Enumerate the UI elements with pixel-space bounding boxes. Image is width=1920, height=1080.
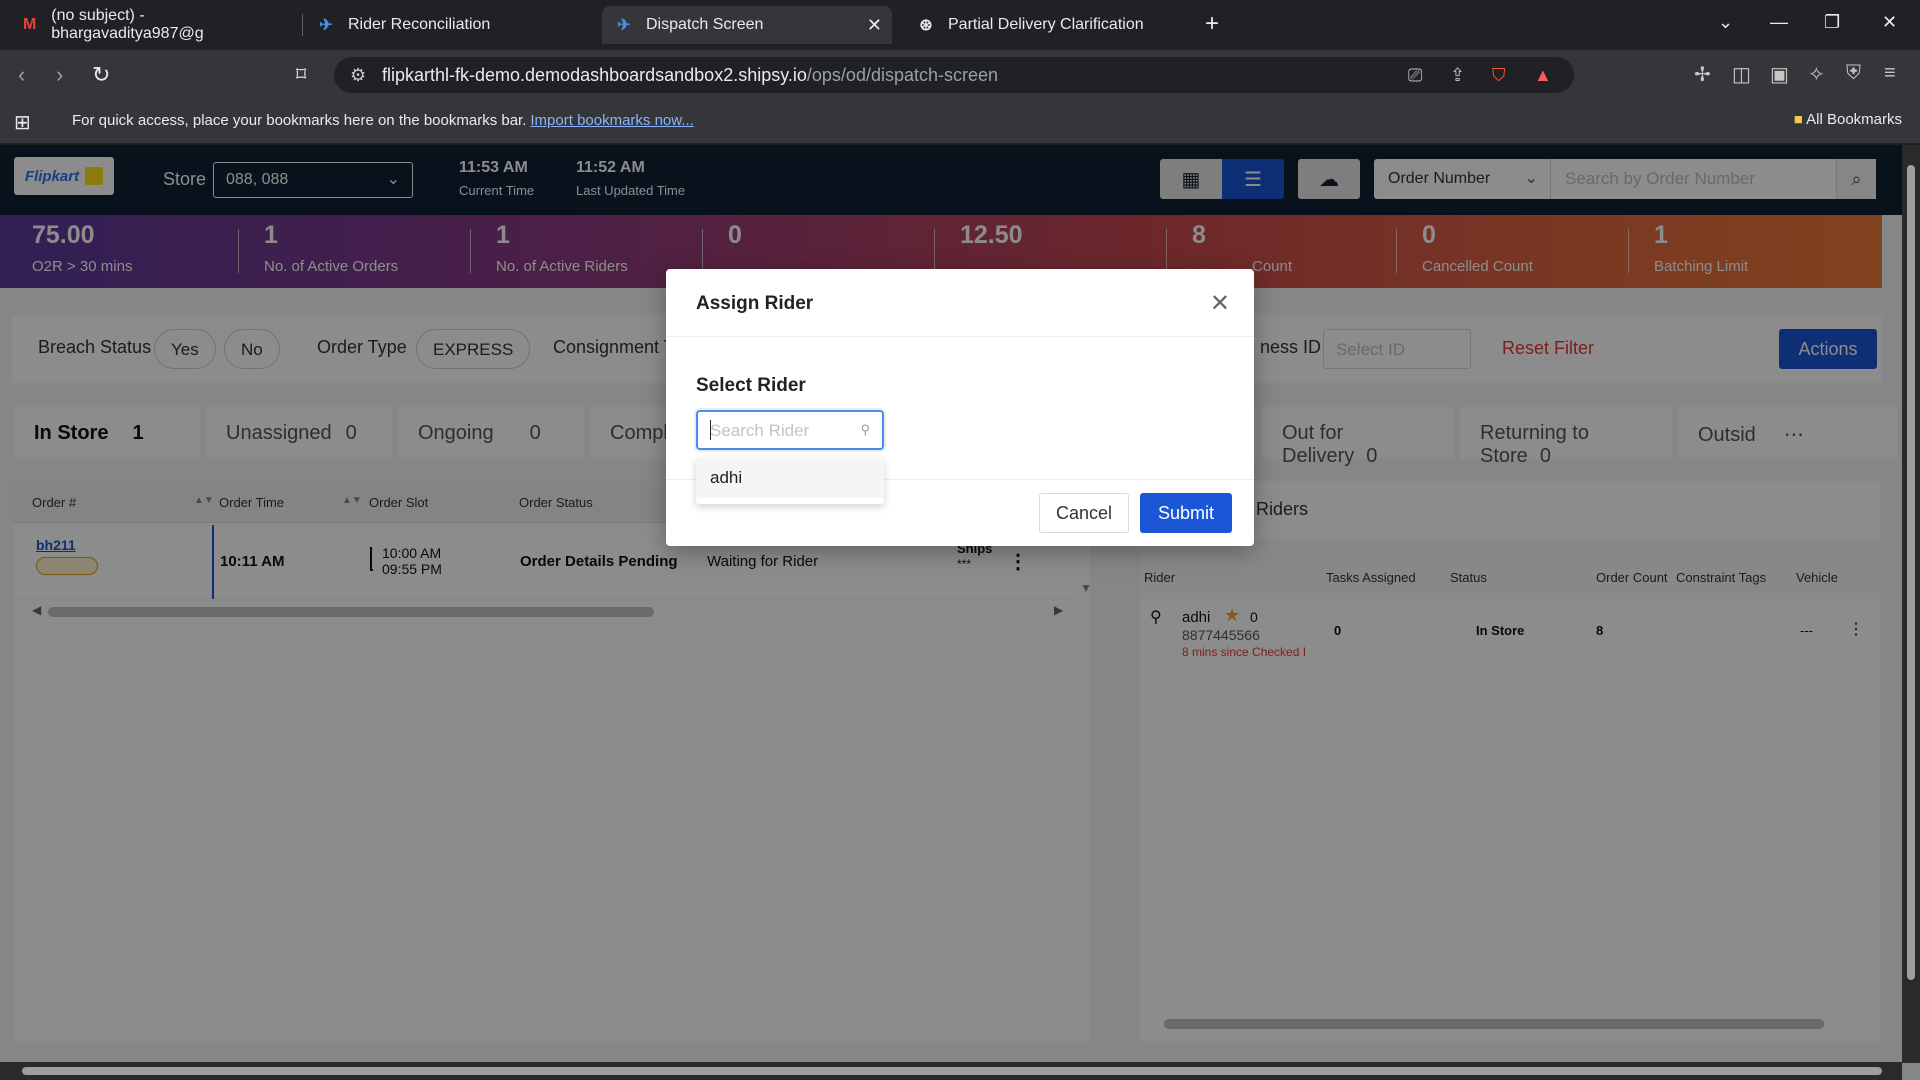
openai-icon: ⊛ (919, 17, 933, 34)
rider-search-input[interactable]: Search Rider ⚲ (696, 410, 884, 450)
bookmark-icon[interactable]: ⌑ (296, 62, 306, 87)
sidebar-icon[interactable]: ◫ (1732, 62, 1751, 87)
scrollbar-thumb[interactable] (22, 1067, 1882, 1075)
address-bar: ‹ › ↻ ⌑ ⚙ flipkarthl-fk-demo.demodashboa… (0, 50, 1920, 100)
assign-rider-modal: Assign Rider ✕ Select Rider Search Rider… (666, 269, 1254, 546)
reload-icon[interactable]: ↻ (92, 62, 110, 88)
menu-icon[interactable]: ≡ (1884, 62, 1896, 85)
browser-tab-title: Rider Reconciliation (348, 16, 491, 33)
bookmarks-message-text: For quick access, place your bookmarks h… (72, 112, 527, 129)
all-bookmarks-button[interactable]: ■ All Bookmarks (1794, 111, 1902, 128)
url-host: flipkarthl-fk-demo.demodashboardsandbox2… (382, 65, 807, 85)
close-window-icon[interactable]: ✕ (1882, 12, 1897, 33)
browser-tab-title: Partial Delivery Clarification (948, 16, 1144, 33)
submit-button[interactable]: Submit (1140, 493, 1232, 533)
all-bookmarks-label: All Bookmarks (1806, 111, 1902, 128)
folder-icon: ■ (1793, 111, 1803, 128)
page-horizontal-scrollbar[interactable] (0, 1062, 1902, 1080)
wallet-icon[interactable]: ▣ (1770, 62, 1789, 87)
bookmarks-message: For quick access, place your bookmarks h… (72, 112, 694, 129)
search-icon: ⚲ (860, 422, 870, 437)
apps-grid-icon[interactable]: ⊞ (14, 110, 31, 135)
rider-dropdown: adhi (696, 458, 884, 504)
close-icon[interactable]: ✕ (1210, 289, 1230, 318)
site-info-icon[interactable]: ⚙ (350, 65, 366, 86)
browser-tab-title: (no subject) - bhargavaditya987@g (51, 7, 204, 42)
gmail-icon: M (22, 16, 37, 33)
url-path: /ops/od/dispatch-screen (806, 65, 999, 85)
text-caret (710, 420, 711, 440)
brave-shields-icon[interactable]: ⛉ (1492, 65, 1506, 86)
scrollbar-thumb[interactable] (1907, 165, 1915, 980)
select-rider-label: Select Rider (696, 375, 806, 396)
import-bookmarks-link[interactable]: Import bookmarks now... (530, 112, 693, 129)
page-vertical-scrollbar[interactable] (1902, 145, 1920, 1063)
browser-tab-partial-delivery[interactable]: ⊛ Partial Delivery Clarification (904, 6, 1200, 44)
leo-ai-icon[interactable]: ✧ (1808, 62, 1825, 87)
minimize-icon[interactable]: — (1770, 12, 1788, 33)
tab-divider (302, 14, 303, 36)
bookmarks-bar: ⊞ For quick access, place your bookmarks… (0, 100, 1920, 144)
rider-option-adhi[interactable]: adhi (696, 458, 884, 498)
back-icon[interactable]: ‹ (18, 62, 25, 88)
install-app-icon[interactable]: ⎚ (1408, 65, 1422, 86)
tab-search-icon[interactable]: ⌄ (1718, 12, 1733, 33)
browser-tab-gmail[interactable]: M (no subject) - bhargavaditya987@g (8, 6, 304, 44)
browser-tab-rider-reconciliation[interactable]: ✈ Rider Reconciliation (304, 6, 600, 44)
browser-tabbar: M (no subject) - bhargavaditya987@g ✈ Ri… (0, 0, 1920, 50)
restore-icon[interactable]: ❐ (1824, 12, 1840, 33)
modal-title: Assign Rider (696, 293, 814, 314)
shipsy-icon: ✈ (319, 17, 333, 34)
close-tab-icon[interactable]: ✕ (867, 15, 882, 36)
browser-tab-title: Dispatch Screen (646, 16, 764, 33)
url-omnibox[interactable]: ⚙ flipkarthl-fk-demo.demodashboardsandbo… (334, 57, 1574, 93)
brave-rewards-icon[interactable]: ▲ (1534, 65, 1552, 86)
shipsy-icon: ✈ (617, 17, 631, 34)
rider-search-placeholder: Search Rider (710, 421, 810, 440)
modal-header: Assign Rider ✕ (666, 269, 1254, 337)
vpn-icon[interactable]: ⛨ (1846, 62, 1861, 85)
url-text: flipkarthl-fk-demo.demodashboardsandbox2… (382, 65, 998, 86)
forward-icon[interactable]: › (56, 62, 63, 88)
cancel-button[interactable]: Cancel (1039, 493, 1129, 533)
new-tab-icon[interactable]: + (1205, 10, 1219, 38)
browser-tab-dispatch-screen[interactable]: ✈ Dispatch Screen ✕ (602, 6, 892, 44)
share-icon[interactable]: ⇪ (1450, 65, 1465, 86)
extensions-icon[interactable]: ✢ (1694, 62, 1711, 87)
